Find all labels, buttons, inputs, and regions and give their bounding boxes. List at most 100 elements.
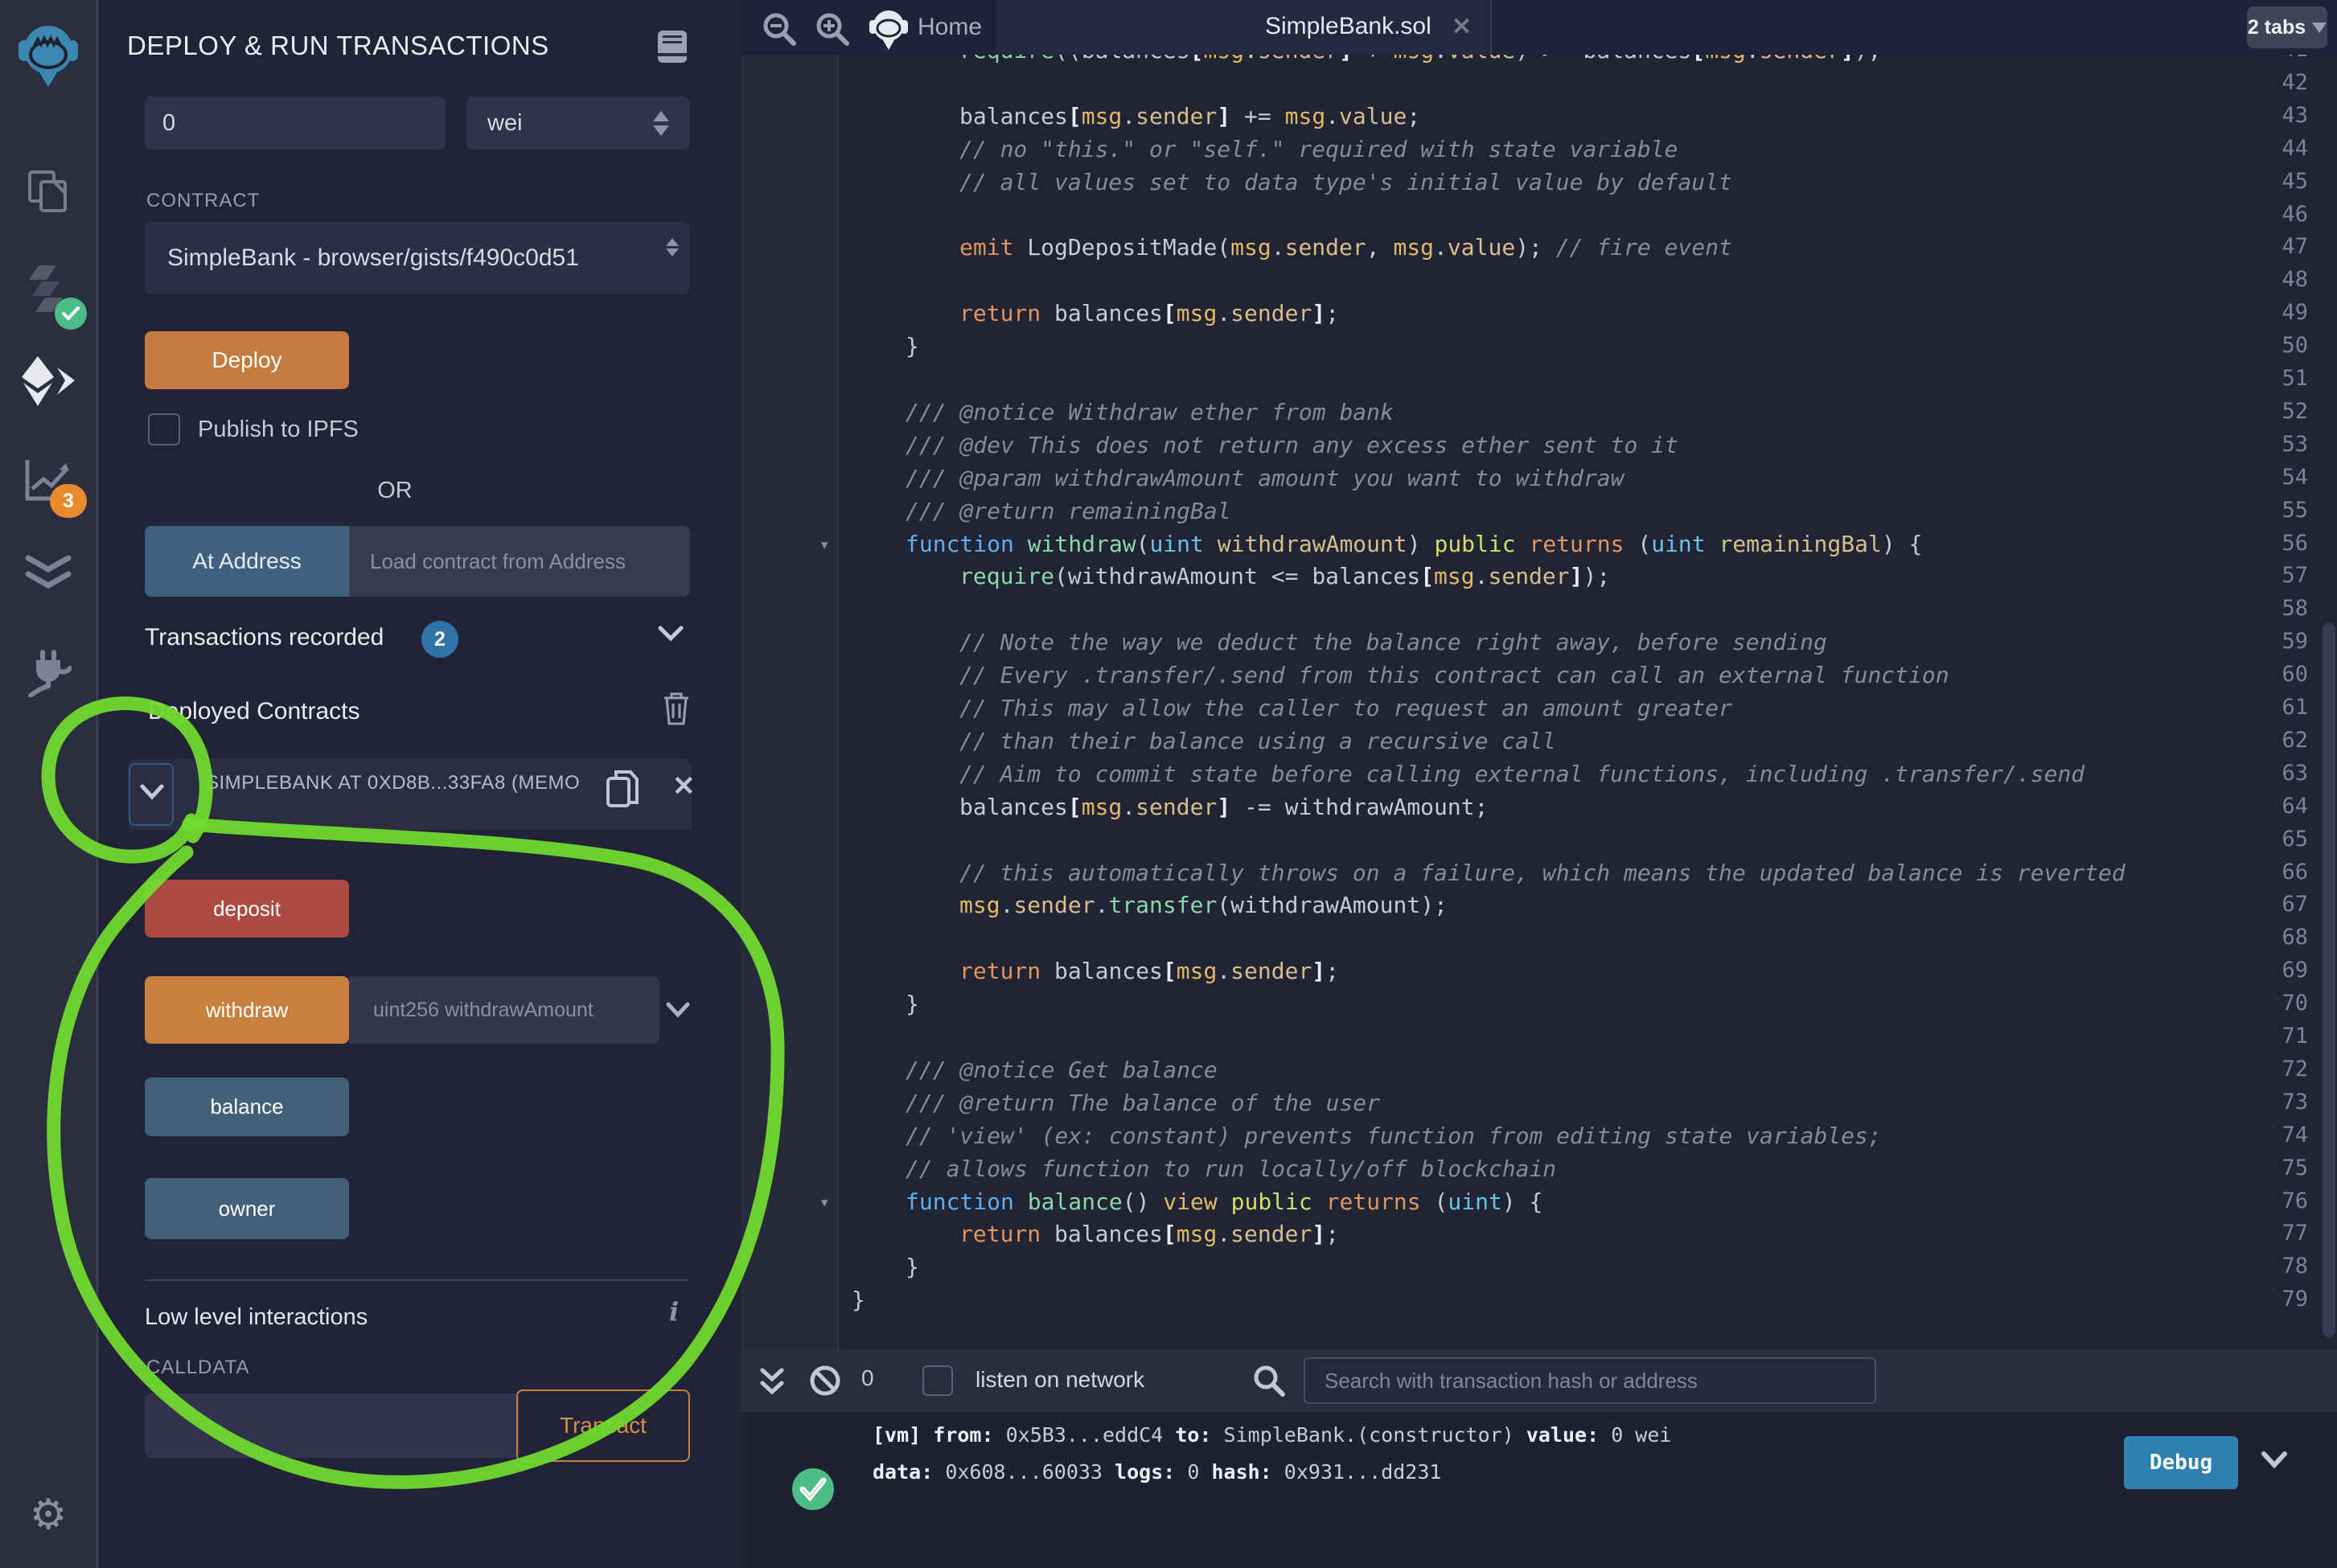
code-line[interactable]: /// @notice Get balance [906,1057,1218,1083]
calldata-input[interactable] [145,1394,520,1458]
tab-close-icon[interactable]: ✕ [1452,13,1472,41]
at-address-button[interactable]: At Address [145,526,349,597]
line-number[interactable]: 59 [2250,629,2308,654]
tx-expand-chevron-icon[interactable] [2261,1451,2288,1474]
instance-close-icon[interactable]: ✕ [672,770,696,802]
line-number[interactable]: 76 [2250,1188,2308,1213]
code-line[interactable]: } [852,1287,865,1313]
code-line[interactable]: } [906,333,919,359]
line-number[interactable]: 78 [2250,1254,2308,1279]
plugin-manager-icon[interactable] [0,646,97,700]
terminal-expand-icon[interactable] [758,1365,786,1402]
publish-ipfs-checkbox[interactable] [148,413,180,445]
tx-log-line[interactable]: data: 0x608...60033 logs: 0 hash: 0x931.… [873,1460,1441,1484]
code-line[interactable]: // Every .transfer/.send from this contr… [959,662,1949,688]
line-number[interactable]: 67 [2250,892,2308,917]
code-line[interactable]: msg.sender.transfer(withdrawAmount); [959,892,1448,918]
code-line[interactable]: function withdraw(uint withdrawAmount) p… [906,531,1922,557]
function-owner-button[interactable]: owner [145,1178,349,1239]
line-number[interactable]: 70 [2250,991,2308,1016]
info-icon[interactable]: i [669,1296,679,1327]
withdraw-expand-chevron-icon[interactable] [666,1002,690,1024]
line-number[interactable]: 64 [2250,794,2308,819]
line-number[interactable]: 74 [2250,1123,2308,1147]
line-number[interactable]: 51 [2250,366,2308,391]
terminal-search-input[interactable]: Search with transaction hash or address [1304,1357,1876,1404]
clear-console-icon[interactable] [808,1364,842,1402]
line-number[interactable]: 61 [2250,695,2308,720]
code-line[interactable]: // this automatically throws on a failur… [959,860,2125,886]
contract-select-spinner-icon[interactable] [666,238,679,257]
line-number[interactable]: 52 [2250,399,2308,424]
trash-icon[interactable] [663,692,690,729]
code-editor[interactable]: Home SimpleBank.sol ✕ 2 tabs 41require((… [741,0,2337,1349]
line-number[interactable]: 50 [2250,333,2308,358]
line-number[interactable]: 79 [2250,1287,2308,1311]
code-line[interactable]: /// @notice Withdraw ether from bank [906,399,1394,425]
code-line[interactable]: /// @param withdrawAmount amount you wan… [906,465,1624,491]
deploy-run-icon[interactable] [0,355,97,407]
code-line[interactable]: return balances[msg.sender]; [959,300,1339,326]
line-number[interactable]: 55 [2250,498,2308,523]
line-number[interactable]: 48 [2250,267,2308,292]
code-line[interactable]: /// @return remainingBal [906,498,1231,524]
line-number[interactable]: 56 [2250,531,2308,556]
tx-log-line[interactable]: [vm] from: 0x5B3...eddC4 to: SimpleBank.… [873,1423,1671,1447]
line-number[interactable]: 73 [2250,1090,2308,1114]
deploy-button[interactable]: Deploy [145,331,349,389]
code-line[interactable]: /// @return The balance of the user [906,1090,1380,1116]
code-line[interactable]: // no "this." or "self." required with s… [959,136,1678,162]
function-deposit-button[interactable]: deposit [145,880,349,938]
code-line[interactable]: return balances[msg.sender]; [959,958,1339,984]
code-line[interactable]: // than their balance using a recursive … [959,728,1556,754]
settings-gear-icon[interactable]: ⚙ [0,1489,97,1541]
tab-simplebank[interactable]: SimpleBank.sol ✕ [996,0,1492,55]
code-line[interactable]: } [906,1254,919,1280]
instance-chevron-icon[interactable] [140,784,164,806]
docs-book-icon[interactable] [656,29,688,68]
file-explorer-icon[interactable] [0,167,97,215]
code-line[interactable]: return balances[msg.sender]; [959,1221,1339,1247]
code-line[interactable]: emit LogDepositMade(msg.sender, msg.valu… [959,234,1732,261]
code-line[interactable]: // Note the way we deduct the balance ri… [959,629,1827,655]
line-number[interactable]: 53 [2250,432,2308,457]
tabs-count-button[interactable]: 2 tabs [2247,6,2327,48]
zoom-in-icon[interactable] [815,11,850,51]
code-line[interactable]: // 'view' (ex: constant) prevents functi… [906,1123,1882,1149]
unit-spinner-icon[interactable] [653,111,669,136]
debug-button[interactable]: Debug [2124,1436,2238,1489]
line-number[interactable]: 66 [2250,860,2308,885]
line-number[interactable]: 65 [2250,827,2308,852]
line-number[interactable]: 77 [2250,1221,2308,1246]
code-line[interactable]: function balance() view public returns (… [906,1188,1542,1215]
listen-network-checkbox[interactable] [922,1365,953,1396]
function-balance-button[interactable]: balance [145,1077,349,1136]
line-number[interactable]: 42 [2250,70,2308,95]
code-line[interactable]: // This may allow the caller to request … [959,695,1732,721]
line-number[interactable]: 57 [2250,563,2308,588]
code-line[interactable]: // allows function to run locally/off bl… [906,1155,1556,1182]
line-number[interactable]: 63 [2250,761,2308,786]
code-line[interactable]: // Aim to commit state before calling ex… [959,761,2084,787]
code-line[interactable]: } [906,991,919,1017]
code-line[interactable]: balances[msg.sender] += msg.value; [959,103,1420,129]
code-line[interactable]: // all values set to data type's initial… [959,169,1732,195]
editor-scrollbar[interactable] [2323,623,2335,1337]
copy-address-icon[interactable] [606,769,640,813]
line-number[interactable]: 46 [2250,202,2308,227]
transact-button[interactable]: Transact [516,1389,690,1462]
line-number[interactable]: 71 [2250,1024,2308,1049]
line-number[interactable]: 47 [2250,234,2308,259]
line-number[interactable]: 43 [2250,103,2308,128]
line-number[interactable]: 72 [2250,1057,2308,1082]
at-address-input[interactable]: Load contract from Address [349,526,690,597]
line-number[interactable]: 44 [2250,136,2308,161]
line-number[interactable]: 58 [2250,596,2308,621]
fold-marker-icon[interactable]: ▾ [821,537,828,553]
value-input[interactable]: 0 [145,96,446,150]
line-number[interactable]: 62 [2250,728,2308,753]
code-line[interactable]: balances[msg.sender] -= withdrawAmount; [959,794,1488,820]
line-number[interactable]: 54 [2250,465,2308,490]
line-number[interactable]: 49 [2250,300,2308,325]
line-number[interactable]: 45 [2250,169,2308,194]
